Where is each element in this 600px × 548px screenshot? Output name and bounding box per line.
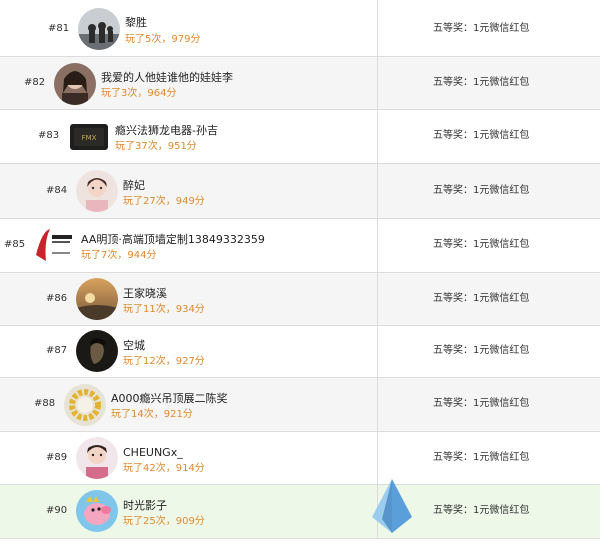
silhouette-group-avatar bbox=[78, 8, 120, 50]
column-divider bbox=[377, 378, 378, 431]
sunset-landscape-avatar bbox=[76, 278, 118, 320]
rank-number: #82 bbox=[24, 77, 46, 88]
rank-number: #86 bbox=[46, 293, 68, 304]
prize-label: 五等奖：1元微信红包 bbox=[433, 239, 530, 250]
prize-label: 五等奖：1元微信红包 bbox=[433, 23, 530, 34]
girl-portrait-avatar bbox=[76, 170, 118, 212]
table-row: #86 王家晓溪 玩了11次，934分 五等奖：1元微信红包 bbox=[0, 273, 600, 326]
player-score: 玩了12次，927分 bbox=[123, 356, 205, 367]
column-divider bbox=[377, 0, 378, 56]
prize-label: 五等奖：1元微信红包 bbox=[433, 505, 530, 516]
table-row: #89 CHEUNGx_ 玩了42次，914分 五等奖：1元微信红包 bbox=[0, 432, 600, 485]
player-score: 玩了14次，921分 bbox=[111, 409, 193, 420]
prize-label: 五等奖：1元微信红包 bbox=[433, 130, 530, 141]
prize-label: 五等奖：1元微信红包 bbox=[433, 452, 530, 463]
column-divider bbox=[377, 326, 378, 377]
child-portrait-avatar bbox=[76, 437, 118, 479]
table-row: #81 黎胜 玩了5次，979分 五等奖：1元微信红包 bbox=[0, 0, 600, 57]
table-row: #87 空城 玩了12次，927分 五等奖：1元微信红包 bbox=[0, 326, 600, 378]
rank-number: #83 bbox=[38, 130, 60, 141]
prize-label: 五等奖：1元微信红包 bbox=[433, 77, 530, 88]
player-name: 醉妃 bbox=[123, 179, 145, 192]
table-row: #83 FMX 瘾兴法狮龙电器-孙吉 玩了37次，951分 五等奖：1元微信红包 bbox=[0, 110, 600, 164]
column-divider bbox=[377, 164, 378, 218]
player-name: 瘾兴法狮龙电器-孙吉 bbox=[115, 124, 218, 137]
table-row: #84 醉妃 玩了27次，949分 五等奖：1元微信红包 bbox=[0, 164, 600, 219]
svg-text:FMX: FMX bbox=[82, 134, 97, 142]
player-name: CHEUNGx_ bbox=[123, 446, 183, 459]
woman-portrait-avatar bbox=[54, 63, 96, 105]
rank-number: #87 bbox=[46, 345, 68, 356]
table-row: #88 A000瘾兴吊顶展二陈奖 玩了14次，921分 五等奖：1元微信红包 bbox=[0, 378, 600, 432]
player-name: 时光影子 bbox=[123, 499, 167, 512]
player-score: 玩了3次，964分 bbox=[101, 88, 177, 99]
table-row: #90 时光影子 玩了25次，909分 五等奖：1元微信红包 bbox=[0, 485, 600, 539]
appliance-box-avatar: FMX bbox=[68, 116, 110, 158]
rank-number: #90 bbox=[46, 505, 68, 516]
peppa-pig-avatar bbox=[76, 490, 118, 532]
column-divider bbox=[377, 219, 378, 272]
player-score: 玩了5次，979分 bbox=[125, 34, 201, 45]
flower-wreath-avatar bbox=[64, 384, 106, 426]
watermark-logo-icon bbox=[368, 477, 416, 535]
rank-number: #81 bbox=[48, 23, 70, 34]
player-name: AA明顶·高端顶墙定制13849332359 bbox=[81, 233, 265, 246]
table-row: #82 我爱的人他娃谁他的娃娃李 玩了3次，964分 五等奖：1元微信红包 bbox=[0, 57, 600, 110]
player-name: A000瘾兴吊顶展二陈奖 bbox=[111, 392, 228, 405]
player-score: 玩了27次，949分 bbox=[123, 196, 205, 207]
player-score: 玩了42次，914分 bbox=[123, 463, 205, 474]
rank-number: #85 bbox=[4, 239, 26, 250]
column-divider bbox=[377, 110, 378, 163]
ceiling-brand-logo-avatar bbox=[32, 225, 74, 267]
player-score: 玩了7次，944分 bbox=[81, 250, 157, 261]
leaderboard-table: #81 黎胜 玩了5次，979分 五等奖：1元微信红包 #82 我爱的人他娃谁他… bbox=[0, 0, 600, 548]
column-divider bbox=[377, 273, 378, 325]
rank-number: #89 bbox=[46, 452, 68, 463]
rank-number: #88 bbox=[34, 398, 56, 409]
rank-number: #84 bbox=[46, 185, 68, 196]
player-score: 玩了25次，909分 bbox=[123, 516, 205, 527]
player-name: 黎胜 bbox=[125, 16, 147, 29]
prize-label: 五等奖：1元微信红包 bbox=[433, 293, 530, 304]
table-row: #85 AA明顶·高端顶墙定制13849332359 玩了7次，944分 五等奖… bbox=[0, 219, 600, 273]
prize-label: 五等奖：1元微信红包 bbox=[433, 345, 530, 356]
prize-label: 五等奖：1元微信红包 bbox=[433, 185, 530, 196]
prize-label: 五等奖：1元微信红包 bbox=[433, 398, 530, 409]
player-score: 玩了11次，934分 bbox=[123, 304, 205, 315]
player-name: 王家晓溪 bbox=[123, 287, 167, 300]
column-divider bbox=[377, 57, 378, 109]
player-score: 玩了37次，951分 bbox=[115, 141, 197, 152]
player-name: 我爱的人他娃谁他的娃娃李 bbox=[101, 71, 233, 84]
player-name: 空城 bbox=[123, 339, 145, 352]
dark-portrait-avatar bbox=[76, 330, 118, 372]
